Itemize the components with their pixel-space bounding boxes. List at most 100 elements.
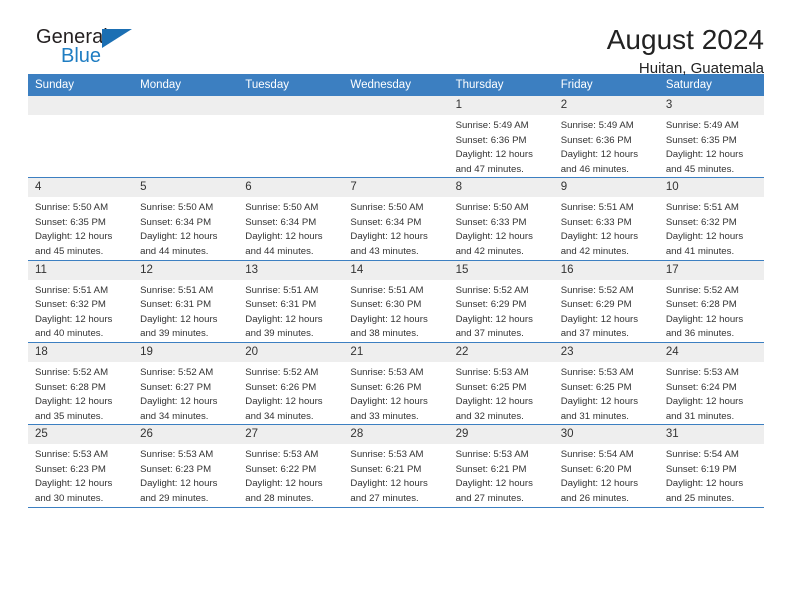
day-number: 14	[343, 260, 449, 280]
calendar-day-cell[interactable]: 20 Sunrise: 5:52 AM Sunset: 6:26 PM Dayligh…	[238, 342, 344, 426]
daylight-text-line2: and 29 minutes.	[140, 492, 209, 504]
daylight-text-line1: Daylight: 12 hours	[665, 149, 744, 161]
calendar-day-cell[interactable]: 23 Sunrise: 5:53 AM Sunset: 6:25 PM Dayligh…	[553, 342, 659, 426]
sunrise-text: Sunrise: 5:52 AM	[140, 366, 214, 378]
day-number: 26	[133, 425, 239, 445]
calendar-day-cell-empty	[28, 96, 134, 179]
page-title: August 2024	[606, 24, 764, 55]
day-details: Sunrise: 5:49 AM Sunset: 6:35 PM Daylight:…	[659, 115, 764, 177]
sunrise-text: Sunrise: 5:54 AM	[560, 449, 634, 461]
daylight-text-line1: Daylight: 12 hours	[560, 478, 639, 490]
sunset-text: Sunset: 6:34 PM	[350, 216, 422, 228]
sunset-text: Sunset: 6:31 PM	[140, 299, 212, 311]
calendar-day-cell[interactable]: 1 Sunrise: 5:49 AM Sunset: 6:36 PM Daylight…	[448, 96, 554, 179]
day-details: Sunrise: 5:50 AM Sunset: 6:35 PM Daylight:…	[28, 197, 133, 259]
calendar-day-cell-empty	[133, 96, 239, 179]
calendar-day-cell[interactable]: 30 Sunrise: 5:54 AM Sunset: 6:20 PM Dayligh…	[553, 424, 659, 508]
day-number: 3	[658, 96, 764, 115]
day-details: Sunrise: 5:49 AM Sunset: 6:36 PM Daylight:…	[449, 115, 554, 177]
sunrise-text: Sunrise: 5:50 AM	[455, 202, 529, 214]
daylight-text-line1: Daylight: 12 hours	[350, 396, 428, 408]
daylight-text-line1: Daylight: 12 hours	[245, 313, 323, 325]
sunrise-text: Sunrise: 5:53 AM	[455, 366, 529, 378]
day-details: Sunrise: 5:52 AM Sunset: 6:28 PM Daylight:…	[28, 362, 133, 424]
calendar-day-cell[interactable]: 15 Sunrise: 5:52 AM Sunset: 6:29 PM Dayligh…	[448, 260, 554, 343]
calendar-day-cell[interactable]: 18 Sunrise: 5:52 AM Sunset: 6:28 PM Dayligh…	[28, 342, 134, 426]
day-details: Sunrise: 5:51 AM Sunset: 6:31 PM Daylight:…	[133, 280, 238, 342]
sunrise-text: Sunrise: 5:53 AM	[245, 449, 319, 461]
daylight-text-line2: and 44 minutes.	[245, 246, 314, 258]
calendar-day-cell[interactable]: 17 Sunrise: 5:52 AM Sunset: 6:28 PM Dayligh…	[658, 260, 764, 343]
page-subtitle: Huitan, Guatemala	[638, 60, 764, 78]
sunrise-text: Sunrise: 5:49 AM	[560, 120, 634, 131]
day-number: 22	[448, 342, 554, 362]
daylight-text-line1: Daylight: 12 hours	[140, 396, 218, 408]
sunrise-text: Sunrise: 5:52 AM	[245, 366, 319, 378]
daylight-text-line2: and 42 minutes.	[560, 246, 629, 258]
sunset-text: Sunset: 6:29 PM	[560, 299, 632, 311]
calendar-day-cell[interactable]: 21 Sunrise: 5:53 AM Sunset: 6:26 PM Dayligh…	[343, 342, 449, 426]
calendar-day-cell[interactable]: 2 Sunrise: 5:49 AM Sunset: 6:36 PM Daylight…	[553, 96, 659, 179]
day-number: 5	[133, 178, 239, 198]
calendar-grid: Sunday Monday Tuesday Wednesday Thursday…	[28, 74, 764, 508]
brand-logo[interactable]: General Blue	[28, 26, 158, 72]
calendar-day-cell[interactable]: 12 Sunrise: 5:51 AM Sunset: 6:31 PM Dayligh…	[133, 260, 239, 343]
day-number: 23	[553, 342, 659, 362]
calendar-day-cell[interactable]: 27 Sunrise: 5:53 AM Sunset: 6:22 PM Dayligh…	[238, 424, 344, 508]
calendar-day-cell[interactable]: 28 Sunrise: 5:53 AM Sunset: 6:21 PM Dayligh…	[343, 424, 449, 508]
day-number	[28, 96, 134, 115]
calendar-day-cell[interactable]: 24 Sunrise: 5:53 AM Sunset: 6:24 PM Dayligh…	[658, 342, 764, 426]
sunrise-text: Sunrise: 5:53 AM	[455, 449, 529, 461]
sunset-text: Sunset: 6:19 PM	[665, 463, 737, 475]
brand-name-blue: Blue	[61, 45, 102, 67]
calendar-day-cell-empty	[343, 96, 449, 179]
calendar-day-cell[interactable]: 26 Sunrise: 5:53 AM Sunset: 6:23 PM Dayligh…	[133, 424, 239, 508]
day-details: Sunrise: 5:51 AM Sunset: 6:31 PM Daylight:…	[238, 280, 343, 342]
calendar-day-cell[interactable]: 19 Sunrise: 5:52 AM Sunset: 6:27 PM Dayligh…	[133, 342, 239, 426]
calendar-day-cell[interactable]: 8 Sunrise: 5:50 AM Sunset: 6:33 PM Daylight…	[448, 177, 554, 261]
sunrise-text: Sunrise: 5:54 AM	[665, 449, 739, 461]
calendar-page: General Blue August 2024 Huitan, Guatema…	[0, 0, 792, 612]
calendar-day-cell[interactable]: 9 Sunrise: 5:51 AM Sunset: 6:33 PM Daylight…	[553, 177, 659, 261]
day-details: Sunrise: 5:52 AM Sunset: 6:28 PM Daylight:…	[659, 280, 764, 342]
calendar-day-cell[interactable]: 16 Sunrise: 5:52 AM Sunset: 6:29 PM Dayligh…	[553, 260, 659, 343]
daylight-text-line2: and 47 minutes.	[455, 163, 524, 175]
calendar-day-cell[interactable]: 29 Sunrise: 5:53 AM Sunset: 6:21 PM Dayligh…	[448, 424, 554, 508]
daylight-text-line2: and 35 minutes.	[35, 410, 104, 422]
sunrise-text: Sunrise: 5:49 AM	[665, 120, 739, 131]
day-number: 28	[343, 425, 449, 445]
calendar-day-cell[interactable]: 25 Sunrise: 5:53 AM Sunset: 6:23 PM Dayligh…	[28, 424, 134, 508]
calendar-day-cell[interactable]: 14 Sunrise: 5:51 AM Sunset: 6:30 PM Dayligh…	[343, 260, 449, 343]
calendar-day-cell[interactable]: 11 Sunrise: 5:51 AM Sunset: 6:32 PM Dayligh…	[28, 260, 134, 343]
day-number: 15	[448, 260, 554, 280]
daylight-text-line2: and 25 minutes.	[665, 492, 735, 504]
daylight-text-line1: Daylight: 12 hours	[350, 313, 428, 325]
sunrise-text: Sunrise: 5:50 AM	[140, 202, 214, 214]
calendar-day-cell[interactable]: 5 Sunrise: 5:50 AM Sunset: 6:34 PM Daylight…	[133, 177, 239, 261]
calendar-day-cell[interactable]: 22 Sunrise: 5:53 AM Sunset: 6:25 PM Dayligh…	[448, 342, 554, 426]
calendar-day-cell[interactable]: 7 Sunrise: 5:50 AM Sunset: 6:34 PM Daylight…	[343, 177, 449, 261]
daylight-text-line2: and 38 minutes.	[350, 328, 419, 340]
calendar-day-cell[interactable]: 31 Sunrise: 5:54 AM Sunset: 6:19 PM Dayligh…	[658, 424, 764, 508]
sunrise-text: Sunrise: 5:53 AM	[560, 366, 634, 378]
calendar-day-cell[interactable]: 10 Sunrise: 5:51 AM Sunset: 6:32 PM Dayligh…	[658, 177, 764, 261]
sunset-text: Sunset: 6:23 PM	[35, 463, 106, 475]
daylight-text-line1: Daylight: 12 hours	[560, 231, 639, 243]
daylight-text-line1: Daylight: 12 hours	[140, 313, 218, 325]
day-details: Sunrise: 5:53 AM Sunset: 6:26 PM Daylight:…	[343, 362, 448, 424]
calendar-day-cell-empty	[238, 96, 344, 179]
calendar-day-cell[interactable]: 13 Sunrise: 5:51 AM Sunset: 6:31 PM Dayligh…	[238, 260, 344, 343]
sunset-text: Sunset: 6:32 PM	[35, 299, 106, 311]
day-number: 24	[658, 342, 764, 362]
daylight-text-line2: and 36 minutes.	[665, 328, 735, 340]
calendar-day-cell[interactable]: 6 Sunrise: 5:50 AM Sunset: 6:34 PM Daylight…	[238, 177, 344, 261]
day-number: 20	[238, 342, 344, 362]
day-number: 25	[28, 425, 134, 445]
sunset-text: Sunset: 6:36 PM	[455, 134, 527, 146]
day-details: Sunrise: 5:54 AM Sunset: 6:20 PM Daylight:…	[554, 444, 659, 506]
daylight-text-line2: and 27 minutes.	[455, 492, 524, 504]
calendar-day-cell[interactable]: 3 Sunrise: 5:49 AM Sunset: 6:35 PM Daylight…	[658, 96, 764, 179]
daylight-text-line1: Daylight: 12 hours	[140, 478, 218, 490]
daylight-text-line2: and 31 minutes.	[665, 410, 735, 422]
calendar-day-cell[interactable]: 4 Sunrise: 5:50 AM Sunset: 6:35 PM Daylight…	[28, 177, 134, 261]
